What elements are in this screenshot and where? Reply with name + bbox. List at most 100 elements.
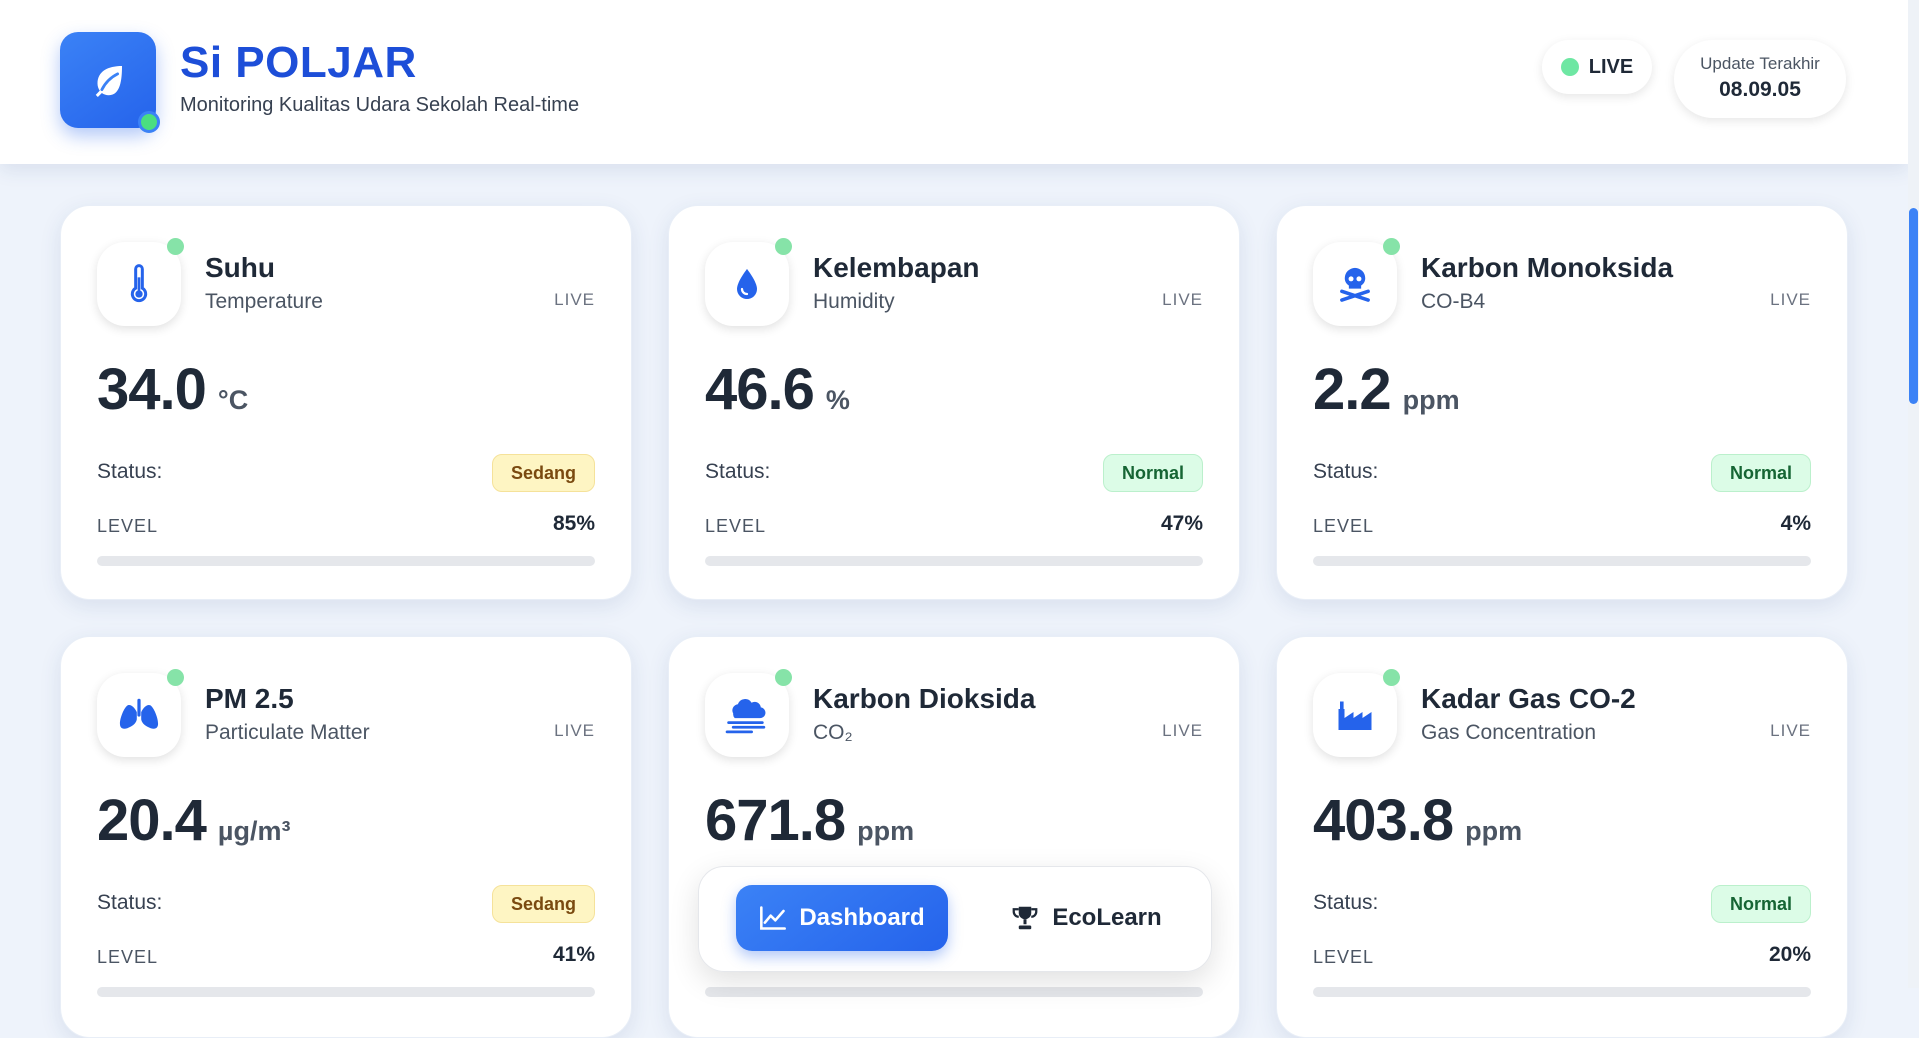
brand-title: Si POLJAR (180, 38, 417, 87)
sensor-value: 34.0 (97, 357, 207, 422)
level-value: 85% (552, 512, 595, 535)
level-bar-fill (705, 987, 1203, 997)
level-bar-fill (97, 556, 520, 566)
sensor-reading: 2.2 ppm (1313, 356, 1460, 423)
thermometer-icon (130, 264, 148, 303)
nav-ecolearn-button[interactable]: EcoLearn (991, 885, 1181, 951)
sensor-title: Kelembapan (813, 252, 980, 283)
sensor-title: Kadar Gas CO-2 (1421, 683, 1636, 714)
last-update-time: 08.09.05 (1719, 78, 1801, 101)
sensor-unit: % (825, 385, 850, 415)
sensor-icon-box (97, 673, 181, 757)
leaf-icon (95, 66, 122, 97)
sensor-title: Karbon Dioksida (813, 683, 1036, 714)
app-header: Si POLJAR Monitoring Kualitas Udara Seko… (0, 0, 1908, 164)
status-label: Status: (705, 460, 771, 483)
level-label: LEVEL (705, 516, 767, 536)
bottom-navigation: Dashboard EcoLearn (698, 866, 1212, 972)
live-dot-icon (1560, 58, 1579, 76)
sensor-subtitle: Humidity (813, 290, 895, 313)
level-label: LEVEL (97, 516, 159, 536)
sensor-card-suhu: Suhu Temperature LIVE 34.0 °C Status: Se… (60, 205, 632, 600)
sensor-reading: 403.8 ppm (1313, 787, 1522, 854)
sensor-live-dot (167, 669, 184, 686)
live-label: LIVE (1588, 55, 1634, 78)
smog-icon (725, 699, 766, 734)
brand-subtitle: Monitoring Kualitas Udara Sekolah Real-t… (180, 94, 580, 116)
skull-crossbones-icon (1340, 267, 1370, 302)
sensor-value: 403.8 (1313, 788, 1454, 853)
sensor-unit: µg/m³ (217, 816, 291, 846)
sensor-icon-box (97, 242, 181, 326)
level-bar (705, 987, 1203, 997)
status-badge: Sedang (491, 454, 595, 492)
sensor-subtitle: CO-B4 (1421, 290, 1486, 313)
chart-line-icon (760, 906, 787, 930)
last-update-box: Update Terakhir 08.09.05 (1674, 40, 1846, 118)
sensor-title: Suhu (205, 252, 275, 283)
sensor-value: 20.4 (97, 788, 207, 853)
level-label: LEVEL (1313, 516, 1375, 536)
level-bar (705, 556, 1203, 566)
trophy-icon (1012, 906, 1038, 930)
status-label: Status: (97, 460, 163, 483)
level-label: LEVEL (97, 947, 159, 967)
sensor-unit: ppm (1465, 816, 1523, 846)
level-value: 4% (1780, 512, 1811, 535)
sensor-subtitle: CO₂ (813, 721, 853, 744)
sensor-unit: ppm (1402, 385, 1460, 415)
status-label: Status: (97, 891, 163, 914)
sensor-subtitle: Particulate Matter (205, 721, 370, 744)
level-value: 41% (552, 943, 595, 966)
factory-icon (1338, 701, 1372, 730)
sensor-live-tag: LIVE (1162, 290, 1203, 309)
logo-status-dot (138, 111, 160, 133)
sensor-value: 671.8 (705, 788, 846, 853)
sensor-live-dot (1383, 669, 1400, 686)
status-badge: Normal (1710, 454, 1811, 492)
live-indicator: LIVE (1542, 40, 1652, 94)
sensor-live-tag: LIVE (554, 721, 595, 740)
scrollbar-thumb[interactable] (1909, 208, 1918, 404)
status-label: Status: (1313, 891, 1379, 914)
sensor-icon-box (705, 673, 789, 757)
sensor-live-dot (167, 238, 184, 255)
sensor-live-tag: LIVE (1162, 721, 1203, 740)
level-value: 20% (1768, 943, 1811, 966)
sensor-icon-box (1313, 242, 1397, 326)
level-bar-fill (705, 556, 939, 566)
scrollbar-track[interactable] (1908, 0, 1919, 988)
sensor-reading: 20.4 µg/m³ (97, 787, 290, 854)
level-bar (1313, 987, 1811, 997)
status-badge: Normal (1102, 454, 1203, 492)
sensor-unit: °C (217, 385, 249, 415)
sensor-subtitle: Gas Concentration (1421, 721, 1597, 744)
sensor-live-dot (775, 238, 792, 255)
lungs-icon (119, 698, 159, 729)
level-label: LEVEL (1313, 947, 1375, 967)
nav-dashboard-button[interactable]: Dashboard (736, 885, 948, 951)
level-bar (97, 556, 595, 566)
status-label: Status: (1313, 460, 1379, 483)
sensor-live-tag: LIVE (1770, 721, 1811, 740)
sensor-subtitle: Temperature (205, 290, 323, 313)
sensor-live-dot (1383, 238, 1400, 255)
sensor-live-tag: LIVE (1770, 290, 1811, 309)
level-bar (1313, 556, 1811, 566)
sensor-title: PM 2.5 (205, 683, 294, 714)
sensor-card-karbon-monoksida: Karbon Monoksida CO-B4 LIVE 2.2 ppm Stat… (1276, 205, 1848, 600)
status-badge: Normal (1710, 885, 1811, 923)
sensor-card-kelembapan: Kelembapan Humidity LIVE 46.6 % Status: … (668, 205, 1240, 600)
last-update-label: Update Terakhir (1700, 54, 1820, 73)
status-badge: Sedang (491, 885, 595, 923)
sensor-reading: 46.6 % (705, 356, 850, 423)
sensor-unit: ppm (857, 816, 915, 846)
nav-ecolearn-label: EcoLearn (1052, 904, 1162, 931)
nav-dashboard-label: Dashboard (799, 904, 925, 931)
sensor-value: 2.2 (1313, 357, 1392, 422)
level-bar-fill (1313, 987, 1413, 997)
sensor-card-kadar-gas: Kadar Gas CO-2 Gas Concentration LIVE 40… (1276, 636, 1848, 1038)
sensor-card-karbon-dioksida: Karbon Dioksida CO₂ LIVE 671.8 ppm (668, 636, 1240, 1038)
sensor-card-pm25: PM 2.5 Particulate Matter LIVE 20.4 µg/m… (60, 636, 632, 1038)
level-value: 47% (1160, 512, 1203, 535)
